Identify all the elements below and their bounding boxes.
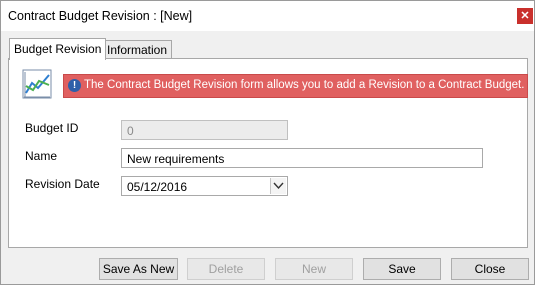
name-input[interactable]: New requirements [121, 148, 483, 168]
window-title: Contract Budget Revision : [New] [8, 9, 193, 23]
save-as-new-button[interactable]: Save As New [99, 258, 178, 280]
revision-date-picker[interactable]: 05/12/2016 [121, 176, 288, 196]
budget-id-field: 0 [121, 120, 288, 140]
name-value: New requirements [127, 152, 225, 166]
budget-revision-panel: ! The Contract Budget Revision form allo… [8, 58, 528, 248]
title-bar: Contract Budget Revision : [New] ✕ [1, 1, 534, 31]
budget-id-value: 0 [127, 124, 134, 138]
dialog-window: Contract Budget Revision : [New] ✕ Budge… [0, 0, 535, 285]
banner-message: The Contract Budget Revision form allows… [84, 79, 525, 91]
name-label: Name [25, 149, 58, 163]
revision-date-label: Revision Date [25, 177, 100, 191]
new-button[interactable]: New [275, 258, 353, 280]
close-window-button[interactable]: ✕ [517, 8, 533, 24]
exclamation-icon: ! [68, 79, 81, 92]
save-button[interactable]: Save [363, 258, 441, 280]
revision-date-value: 05/12/2016 [127, 180, 188, 194]
tab-bar: Budget Revision Information [1, 31, 534, 60]
chart-icon [22, 69, 52, 99]
chevron-down-icon[interactable] [270, 178, 286, 194]
tab-information[interactable]: Information [102, 40, 173, 59]
info-banner: ! The Contract Budget Revision form allo… [63, 74, 528, 98]
close-button[interactable]: Close [451, 258, 529, 280]
tab-budget-revision[interactable]: Budget Revision [9, 38, 107, 60]
budget-id-label: Budget ID [25, 121, 79, 135]
delete-button[interactable]: Delete [187, 258, 265, 280]
